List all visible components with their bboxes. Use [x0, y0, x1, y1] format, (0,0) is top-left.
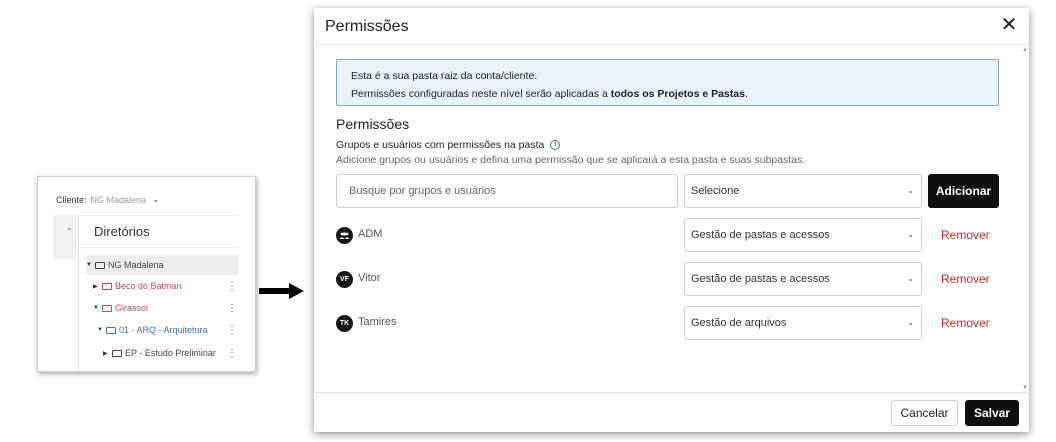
more-options-icon[interactable]: ⋮	[227, 348, 237, 359]
tree-item-beco-do-batman[interactable]: ▶ Beco do Batman ⋮	[93, 276, 239, 296]
info-line-2-bold: todos os Projetos e Pastas	[610, 88, 745, 100]
info-icon[interactable]: i	[550, 140, 561, 150]
folder-icon	[112, 349, 122, 357]
chevron-down-icon: ⌄	[907, 186, 914, 195]
avatar: VF	[336, 271, 353, 288]
scroll-down-icon[interactable]: ▼	[1022, 385, 1028, 391]
more-options-icon[interactable]: ⋮	[227, 303, 237, 314]
tree-item-label: EP - Estudo Preliminar	[125, 348, 216, 358]
tree-item-arq[interactable]: ▼ 01 - ARQ - Arquitetura ⋮	[97, 320, 239, 340]
permission-select[interactable]: Selecione ⌄	[684, 174, 922, 208]
scrollbar[interactable]: ▲ ▼	[1020, 45, 1029, 391]
member-row: TK Tamires Gestão de arquivos ⌄ Remover	[336, 306, 999, 340]
tree-item-label: NG Madalena	[108, 260, 164, 270]
member-name: Vitor	[358, 272, 381, 284]
caret-right-icon[interactable]: ▶	[103, 350, 112, 357]
permission-select-value: Selecione	[691, 185, 740, 197]
tree-item-girassol[interactable]: ▼ Girassol ⋮	[93, 298, 239, 318]
tree-item-ep[interactable]: ▶ EP - Estudo Preliminar ⋮	[103, 343, 239, 363]
directories-title: Diretórios	[94, 224, 150, 239]
divider	[53, 215, 239, 216]
member-name: ADM	[358, 228, 383, 240]
tree-item-label: Beco do Batman	[115, 281, 182, 291]
member-row: VF Vitor Gestão de pastas e acessos ⌄ Re…	[336, 262, 999, 296]
caret-down-icon[interactable]: ▼	[97, 327, 106, 333]
divider	[79, 247, 239, 248]
member-permission-select[interactable]: Gestão de pastas e acessos ⌄	[684, 218, 922, 252]
close-button[interactable]: ✕	[999, 15, 1019, 35]
client-selector[interactable]: Cliente: NG Madalena ⌄	[56, 194, 160, 205]
scroll-up-icon[interactable]: ▲	[1022, 47, 1028, 53]
chevron-down-icon: ⌄	[907, 230, 914, 239]
search-input[interactable]	[336, 174, 678, 208]
permissions-modal: Permissões ✕ ▲ ▼ Esta é a sua pasta raiz…	[314, 8, 1029, 432]
info-alert: Esta é a sua pasta raiz da conta/cliente…	[336, 59, 999, 106]
remove-button[interactable]: Remover	[941, 316, 990, 330]
directory-tree-thumbnail: Cliente: NG Madalena ⌄ ⌄ Diretórios ▼ NG…	[37, 176, 256, 372]
tree-item-label: 01 - ARQ - Arquitetura	[119, 325, 208, 335]
avatar: TK	[336, 315, 353, 332]
info-line-1: Esta é a sua pasta raiz da conta/cliente…	[351, 70, 538, 82]
groups-description: Adicione grupos ou usuários e defina uma…	[336, 154, 806, 166]
modal-title: Permissões	[325, 18, 409, 35]
info-line-2: Permissões configuradas neste nível serã…	[351, 88, 748, 100]
chevron-down-icon: ⌄	[907, 274, 914, 283]
groups-label-row: Grupos e usuários com permissões na past…	[336, 139, 561, 151]
folder-open-icon	[102, 304, 112, 312]
add-button[interactable]: Adicionar	[928, 174, 999, 208]
tree-item-label: Girassol	[115, 303, 149, 313]
chevron-down-icon: ⌄	[152, 194, 160, 204]
modal-footer: Cancelar Salvar	[314, 392, 1029, 432]
member-row: ADM Gestão de pastas e acessos ⌄ Remover	[336, 218, 999, 252]
folder-open-icon	[106, 326, 116, 334]
tree-item-ng-madalena[interactable]: ▼ NG Madalena	[86, 255, 239, 275]
collapse-rail[interactable]	[53, 215, 77, 259]
client-label: Cliente:	[56, 194, 87, 205]
member-permission-value: Gestão de pastas e acessos	[691, 229, 830, 241]
caret-down-icon[interactable]: ▼	[93, 305, 102, 311]
member-permission-value: Gestão de arquivos	[691, 317, 787, 329]
groups-label: Grupos e usuários com permissões na past…	[336, 139, 545, 151]
right-arrow-icon	[259, 283, 304, 299]
section-title: Permissões	[336, 116, 410, 132]
client-value: NG Madalena	[90, 194, 147, 205]
remove-button[interactable]: Remover	[941, 228, 990, 242]
member-permission-select[interactable]: Gestão de arquivos ⌄	[684, 306, 922, 340]
member-permission-select[interactable]: Gestão de pastas e acessos ⌄	[684, 262, 922, 296]
member-permission-value: Gestão de pastas e acessos	[691, 273, 830, 285]
folder-icon	[102, 282, 112, 290]
cancel-button[interactable]: Cancelar	[891, 400, 958, 426]
divider	[78, 215, 79, 371]
caret-right-icon[interactable]: ▶	[93, 283, 102, 290]
remove-button[interactable]: Remover	[941, 272, 990, 286]
chevron-down-icon: ⌄	[907, 318, 914, 327]
more-options-icon[interactable]: ⋮	[227, 325, 237, 336]
modal-header: Permissões ✕	[314, 8, 1029, 45]
group-icon	[336, 227, 353, 244]
more-options-icon[interactable]: ⋮	[227, 281, 237, 292]
save-button[interactable]: Salvar	[965, 400, 1019, 426]
member-name: Tamires	[358, 316, 397, 328]
folder-icon	[95, 261, 105, 269]
chevron-down-icon[interactable]: ⌄	[66, 223, 73, 232]
caret-down-icon[interactable]: ▼	[86, 262, 95, 268]
